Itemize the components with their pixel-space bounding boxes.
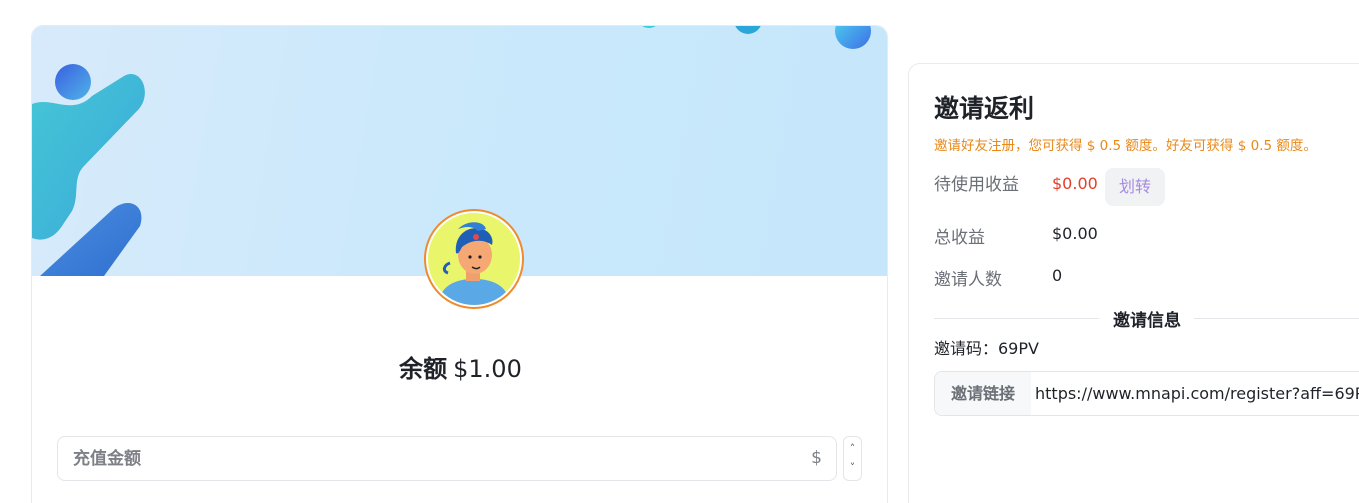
pending-earnings-label: 待使用收益 — [934, 175, 1019, 195]
total-earnings-value: $0.00 — [1052, 224, 1098, 243]
pending-earnings-value: $0.00 — [1052, 174, 1098, 193]
stepper-down-icon[interactable]: ˅ — [844, 461, 861, 474]
invite-count-label: 邀请人数 — [934, 270, 1002, 290]
topup-amount-stepper[interactable]: ˄ ˅ — [843, 436, 862, 481]
invite-link-field[interactable]: 邀请链接 — [934, 371, 1359, 416]
wallet-card: 余额$1.00 $ ˄ ˅ — [31, 25, 888, 503]
invite-link-input[interactable] — [1035, 372, 1359, 415]
transfer-button[interactable]: 划转 — [1105, 168, 1165, 206]
invite-tip: 邀请好友注册，您可获得 $ 0.5 额度。好友可获得 $ 0.5 额度。 — [934, 138, 1317, 154]
divider-right — [1194, 318, 1359, 319]
stepper-up-icon[interactable]: ˄ — [844, 442, 861, 455]
invite-info-heading: 邀请信息 — [1113, 311, 1181, 331]
invite-code: 邀请码：69PV — [934, 339, 1039, 358]
invite-title: 邀请返利 — [934, 94, 1035, 123]
total-earnings-label: 总收益 — [934, 228, 985, 248]
topup-amount-field[interactable]: $ — [57, 436, 837, 481]
invite-link-label: 邀请链接 — [935, 372, 1031, 415]
topup-amount-input[interactable] — [58, 437, 798, 480]
balance-label: 余额 — [399, 355, 448, 383]
balance-value: $1.00 — [453, 355, 522, 383]
divider-left — [934, 318, 1099, 319]
invite-rebate-card: 邀请返利 邀请好友注册，您可获得 $ 0.5 额度。好友可获得 $ 0.5 额度… — [908, 63, 1359, 503]
user-avatar-icon — [428, 213, 520, 305]
avatar[interactable] — [424, 209, 524, 309]
currency-suffix: $ — [811, 448, 822, 468]
balance-display: 余额 $1.00 — [32, 351, 887, 387]
invite-count-value: 0 — [1052, 266, 1063, 285]
